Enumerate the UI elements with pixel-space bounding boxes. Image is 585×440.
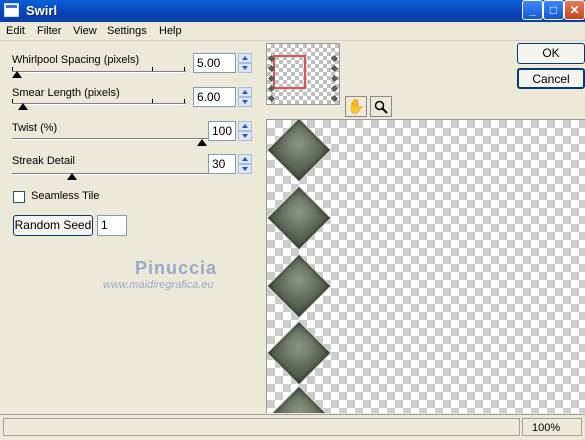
slider-tick	[152, 67, 153, 71]
spin-down-icon[interactable]	[238, 131, 252, 141]
thumbnail-selection-rect[interactable]	[273, 55, 306, 89]
status-message-cell	[3, 418, 520, 436]
preview-diamond	[267, 320, 332, 386]
thumbnail-diamond	[267, 94, 276, 103]
spin-down-icon[interactable]	[238, 97, 252, 107]
preview-diamond	[267, 185, 332, 251]
preview-diamond	[267, 253, 332, 319]
smear-length-spinner[interactable]	[238, 87, 252, 107]
whirlpool-spacing-track[interactable]	[12, 71, 186, 73]
spin-up-icon[interactable]	[238, 53, 252, 63]
magnifier-icon[interactable]	[370, 96, 392, 117]
thumbnail-diamond	[330, 54, 339, 63]
status-bar: 100%	[0, 414, 585, 440]
smear-length-track[interactable]	[12, 103, 186, 105]
twist-track[interactable]	[12, 138, 208, 140]
streak-detail-track[interactable]	[12, 173, 208, 175]
window-title: Swirl	[26, 3, 58, 18]
preview-thumbnail[interactable]	[266, 43, 340, 105]
menu-edit[interactable]: Edit	[6, 25, 25, 37]
slider-tick	[152, 99, 153, 103]
close-button[interactable]: ✕	[564, 0, 585, 20]
spin-down-icon[interactable]	[238, 164, 252, 174]
streak-detail-slider-thumb[interactable]	[67, 173, 77, 180]
hand-icon[interactable]: ✋	[345, 96, 367, 117]
zoom-level: 100%	[532, 422, 561, 434]
title-bar: Swirl _ □ ✕	[0, 0, 585, 22]
window-app-icon	[4, 3, 19, 17]
spin-up-icon[interactable]	[238, 87, 252, 97]
preview-canvas[interactable]	[266, 119, 585, 413]
preview-diamond	[267, 385, 332, 413]
menu-help[interactable]: Help	[159, 25, 182, 37]
streak-detail-label: Streak Detail	[12, 155, 75, 167]
thumbnail-diamond	[330, 64, 339, 73]
ok-button[interactable]: OK	[517, 43, 585, 64]
thumbnail-diamond	[330, 74, 339, 83]
slider-tick	[184, 67, 185, 71]
random-seed-input[interactable]: 1	[97, 215, 127, 236]
spin-down-icon[interactable]	[238, 63, 252, 73]
twist-label: Twist (%)	[12, 122, 58, 134]
seamless-tile-checkbox[interactable]	[13, 191, 25, 203]
smear-length-label: Smear Length (pixels)	[12, 87, 120, 99]
menu-filter[interactable]: Filter	[37, 25, 61, 37]
menu-bar: Edit Filter View Settings Help	[0, 22, 585, 41]
spin-up-icon[interactable]	[238, 154, 252, 164]
preview-diamond	[267, 120, 332, 183]
menu-settings[interactable]: Settings	[107, 25, 147, 37]
smear-length-slider-thumb[interactable]	[18, 103, 28, 110]
whirlpool-spacing-label: Whirlpool Spacing (pixels)	[12, 54, 140, 66]
streak-detail-input[interactable]: 30	[208, 154, 236, 174]
slider-tick	[12, 99, 13, 103]
watermark-name: Pinuccia	[135, 258, 218, 278]
watermark-url: www.maidiregrafica.eu	[103, 279, 214, 291]
random-seed-button[interactable]: Random Seed	[13, 215, 93, 236]
minimize-button[interactable]: _	[522, 0, 543, 20]
twist-spinner[interactable]	[238, 121, 252, 141]
smear-length-input[interactable]: 6.00	[193, 87, 236, 107]
thumbnail-diamond	[330, 94, 339, 103]
seamless-tile-label: Seamless Tile	[31, 190, 100, 202]
maximize-button[interactable]: □	[543, 0, 564, 20]
slider-tick	[184, 99, 185, 103]
streak-detail-spinner[interactable]	[238, 154, 252, 174]
twist-slider-thumb[interactable]	[197, 139, 207, 146]
cancel-button[interactable]: Cancel	[517, 68, 585, 89]
menu-view[interactable]: View	[73, 25, 97, 37]
whirlpool-spacing-slider-thumb[interactable]	[12, 71, 22, 78]
whirlpool-spacing-input[interactable]: 5.00	[193, 53, 236, 73]
thumbnail-diamond	[330, 84, 339, 93]
spin-up-icon[interactable]	[238, 121, 252, 131]
whirlpool-spacing-spinner[interactable]	[238, 53, 252, 73]
twist-input[interactable]: 100	[208, 121, 236, 141]
